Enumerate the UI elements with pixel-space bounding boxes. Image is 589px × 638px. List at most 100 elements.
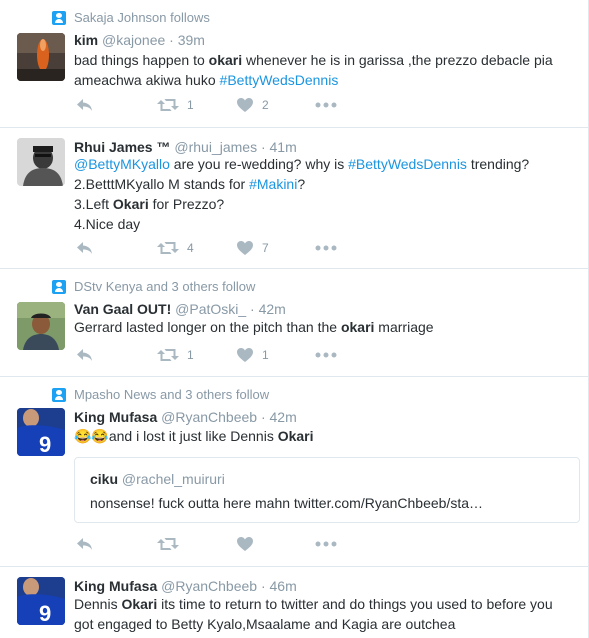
search-highlight: Okari [121, 596, 158, 612]
tweet-time-sep: · [250, 301, 255, 317]
retweet-icon[interactable] [157, 97, 179, 115]
tweet-text-line: 4.Nice day [74, 214, 574, 234]
more-icon[interactable] [315, 536, 337, 554]
text-segment: bad things happen to [74, 52, 209, 68]
hashtag-link[interactable]: #BettyWedsDennis [220, 72, 339, 88]
tweet-time-sep: · [260, 409, 266, 425]
tweet-actions [74, 536, 374, 554]
like-icon[interactable] [236, 97, 254, 115]
text-segment: Dennis [74, 596, 122, 612]
reply-icon[interactable] [76, 240, 94, 258]
tweet-text: 😂😂and i lost it just like Dennis Okari [74, 426, 574, 446]
tweet-text-line: 2.BetttMKyallo M stands for #Makini? [74, 174, 574, 194]
tweet[interactable]: Sakaja Johnson follows kim @kajonee · 39… [0, 0, 588, 128]
like-count: 7 [262, 241, 269, 255]
hashtag-link[interactable]: #BettyWedsDennis [348, 156, 467, 172]
reply-icon[interactable] [76, 97, 94, 115]
avatar[interactable] [17, 138, 65, 186]
more-icon[interactable] [315, 97, 337, 115]
social-context-text: Mpasho News and 3 others follow [74, 387, 270, 402]
author-name[interactable]: Van Gaal OUT! [74, 301, 171, 317]
tweet-time[interactable]: 41m [270, 139, 297, 155]
follow-icon [52, 280, 66, 294]
author-handle[interactable]: @RyanChbeeb [161, 409, 257, 425]
author-name[interactable]: kim [74, 32, 98, 48]
reply-icon[interactable] [76, 347, 94, 365]
tweet-header: kim @kajonee · 39m [74, 31, 205, 49]
avatar[interactable] [17, 302, 65, 350]
tweet-time[interactable]: 39m [178, 32, 205, 48]
tweet-header: King Mufasa @RyanChbeeb · 42m [74, 408, 297, 426]
quote-header: ciku @rachel_muiruri [90, 471, 225, 487]
text-segment: ameachwa akiwa huko [74, 72, 220, 88]
quote-text: nonsense! fuck outta here mahn twitter.c… [90, 495, 483, 511]
author-handle[interactable]: @RyanChbeeb [161, 578, 257, 594]
tweet-actions: 1 2 [74, 97, 374, 115]
like-icon[interactable] [236, 347, 254, 365]
search-highlight: okari [340, 319, 375, 335]
avatar[interactable]: 9 [17, 408, 65, 456]
author-name[interactable]: King Mufasa [74, 409, 157, 425]
quote-author-handle: @rachel_muiruri [121, 471, 225, 487]
social-context: Sakaja Johnson follows [52, 10, 210, 26]
tweet-text-line: 3.Left Okari for Prezzo? [74, 194, 574, 214]
like-icon[interactable] [236, 536, 254, 554]
text-segment: trending? [466, 156, 530, 172]
tweet-text: @BettyMKyallo are you re-wedding? why is… [74, 154, 574, 234]
tweet[interactable]: Rhui James ™ @rhui_james · 41m @BettyMKy… [0, 128, 588, 269]
avatar[interactable] [17, 33, 65, 81]
text-segment: whenever he is in garissa ,the prezzo de… [242, 52, 553, 68]
hashtag-link[interactable]: #Makini [249, 176, 297, 192]
retweet-icon[interactable] [157, 347, 179, 365]
tweet[interactable]: DStv Kenya and 3 others follow Van Gaal … [0, 269, 588, 377]
retweet-count: 1 [187, 98, 194, 112]
tweet[interactable]: 9 King Mufasa @RyanChbeeb · 46m Dennis O… [0, 567, 588, 638]
tweet-time[interactable]: 42m [259, 301, 286, 317]
author-name[interactable]: Rhui James ™ [74, 139, 170, 155]
follow-icon [52, 388, 66, 402]
mention-link[interactable]: @BettyMKyallo [74, 156, 170, 172]
more-icon[interactable] [315, 240, 337, 258]
text-segment: Gerrard lasted longer on the pitch than … [74, 319, 341, 335]
retweet-count: 4 [187, 241, 194, 255]
more-icon[interactable] [315, 347, 337, 365]
tweet-text-line: @BettyMKyallo are you re-wedding? why is… [74, 154, 574, 174]
search-highlight: okari [208, 52, 243, 68]
like-icon[interactable] [236, 240, 254, 258]
timeline-feed: Sakaja Johnson follows kim @kajonee · 39… [0, 0, 589, 638]
tweet[interactable]: Mpasho News and 3 others follow 9 King M… [0, 377, 588, 567]
tweet-text-line: 😂😂and i lost it just like Dennis Okari [74, 426, 574, 446]
search-highlight: Okari [112, 196, 149, 212]
tweet-text-line: Gerrard lasted longer on the pitch than … [74, 317, 574, 337]
text-segment: marriage [374, 319, 434, 335]
quote-author-name: ciku [90, 471, 119, 487]
text-segment: 😂😂and i lost it just like Dennis [74, 428, 278, 444]
svg-text:9: 9 [39, 601, 51, 625]
social-context-text: DStv Kenya and 3 others follow [74, 279, 256, 294]
author-name[interactable]: King Mufasa [74, 578, 157, 594]
text-segment: 2.BetttMKyallo M stands for [74, 176, 250, 192]
author-handle[interactable]: @kajonee [102, 32, 165, 48]
retweet-icon[interactable] [157, 536, 179, 554]
author-handle[interactable]: @PatOski_ [175, 301, 246, 317]
quoted-tweet[interactable]: ciku @rachel_muiruri nonsense! fuck outt… [74, 457, 580, 523]
social-context-text: Sakaja Johnson follows [74, 10, 210, 25]
like-count: 1 [262, 348, 269, 362]
social-context: Mpasho News and 3 others follow [52, 387, 270, 403]
tweet-text: Dennis Okari its time to return to twitt… [74, 594, 574, 634]
reply-icon[interactable] [76, 536, 94, 554]
tweet-time-sep: · [260, 139, 266, 155]
text-segment: ? [297, 176, 306, 192]
tweet-header: King Mufasa @RyanChbeeb · 46m [74, 577, 297, 595]
tweet-text-line: got engaged to Betty Kyalo,Msaalame and … [74, 614, 574, 634]
tweet-time[interactable]: 46m [270, 578, 297, 594]
follow-icon [52, 11, 66, 25]
like-count: 2 [262, 98, 269, 112]
avatar[interactable]: 9 [17, 577, 65, 625]
tweet-time[interactable]: 42m [270, 409, 297, 425]
social-context: DStv Kenya and 3 others follow [52, 279, 256, 295]
retweet-icon[interactable] [157, 240, 179, 258]
author-handle[interactable]: @rhui_james [174, 139, 257, 155]
tweet-text-line: bad things happen to okari whenever he i… [74, 50, 574, 70]
tweet-time-sep: · [169, 32, 174, 48]
